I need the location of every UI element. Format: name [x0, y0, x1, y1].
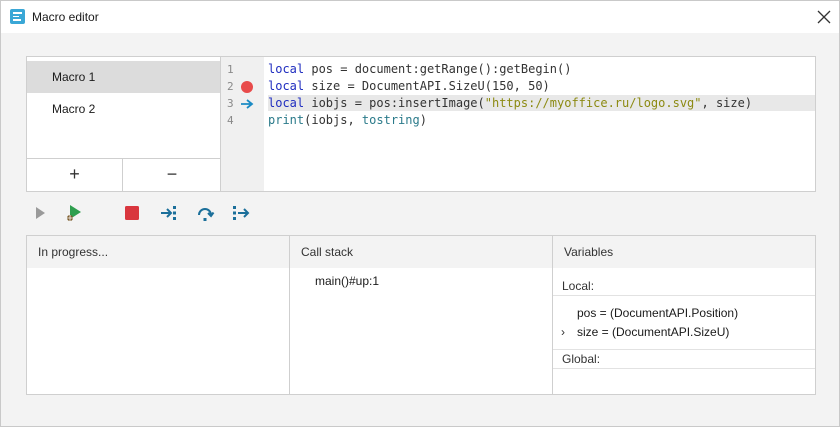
code-token: "https://myoffice.ru/logo.svg" — [484, 96, 702, 110]
remove-macro-button[interactable]: − — [124, 159, 220, 191]
code-token: tostring — [361, 113, 420, 127]
chevron-right-icon[interactable]: › — [561, 323, 565, 341]
macro-list-buttons: + − — [27, 158, 220, 191]
close-icon — [817, 10, 831, 24]
debug-button[interactable] — [64, 203, 84, 223]
code-token: local — [268, 62, 305, 76]
divider — [553, 295, 815, 296]
variable-row[interactable]: pos = (DocumentAPI.Position) — [553, 304, 815, 322]
macro-list-item[interactable]: Macro 2 — [27, 93, 220, 125]
code-token: ) — [419, 113, 427, 127]
code-line: local pos = document:getRange():getBegin… — [268, 61, 815, 77]
macro-editor-window: Macro editor Macro 1 Macro 2 + − 1 2 3 4 — [0, 0, 840, 427]
line-number: 3 — [227, 97, 234, 110]
progress-panel: In progress... — [27, 236, 290, 394]
code-token: , size) — [701, 96, 753, 110]
code-token: (iobjs, — [304, 113, 362, 127]
add-macro-button[interactable]: + — [27, 159, 123, 191]
code-token: iobjs = pos:insertImage( — [304, 96, 485, 110]
code-editor[interactable]: local pos = document:getRange():getBegin… — [268, 57, 815, 191]
call-stack-header: Call stack — [290, 236, 552, 268]
title-bar: Macro editor — [1, 1, 839, 33]
stop-icon — [125, 206, 139, 220]
step-out-icon — [233, 206, 250, 220]
macro-editor-icon — [10, 9, 25, 24]
stop-button[interactable] — [122, 203, 142, 223]
variables-header: Variables — [553, 236, 815, 268]
step-into-button[interactable] — [159, 203, 179, 223]
current-line-arrow-icon — [241, 99, 254, 109]
variables-panel: Variables Local: pos = (DocumentAPI.Posi… — [553, 236, 815, 394]
editor-panel: Macro 1 Macro 2 + − 1 2 3 4 local pos = … — [26, 56, 816, 192]
code-line-current: local iobjs = pos:insertImage("https://m… — [268, 95, 815, 111]
code-line: local size = DocumentAPI.SizeU(150, 50) — [268, 78, 815, 94]
step-over-button[interactable] — [195, 203, 215, 223]
code-line: print(iobjs, tostring) — [268, 112, 815, 128]
run-icon — [36, 207, 45, 219]
variable-value: size = (DocumentAPI.SizeU) — [577, 325, 730, 339]
close-button[interactable] — [813, 6, 835, 28]
variable-value: pos = (DocumentAPI.Position) — [577, 306, 739, 320]
local-section-label: Local: — [562, 279, 595, 293]
code-token: pos = document:getRange():getBegin() — [304, 62, 572, 76]
variable-row[interactable]: › size = (DocumentAPI.SizeU) — [553, 323, 815, 341]
global-section-label: Global: — [562, 352, 601, 366]
line-number: 2 — [227, 80, 234, 93]
macro-list: Macro 1 Macro 2 + − — [27, 57, 221, 191]
code-token: local — [268, 79, 305, 93]
step-into-icon — [161, 206, 176, 220]
step-over-icon — [198, 208, 215, 221]
progress-header: In progress... — [27, 236, 289, 268]
call-stack-panel: Call stack main()#up:1 — [290, 236, 553, 394]
call-stack-item[interactable]: main()#up:1 — [315, 274, 379, 288]
divider — [553, 368, 815, 369]
code-gutter[interactable]: 1 2 3 4 — [221, 57, 264, 191]
step-out-button[interactable] — [231, 203, 251, 223]
code-token: local — [268, 96, 305, 110]
line-number: 4 — [227, 114, 234, 127]
debug-toolbar — [26, 200, 326, 226]
line-number: 1 — [227, 63, 234, 76]
window-title: Macro editor — [32, 10, 99, 24]
breakpoint-icon[interactable] — [241, 81, 253, 93]
debug-icon — [67, 205, 81, 221]
code-token: size = DocumentAPI.SizeU(150, 50) — [304, 79, 550, 93]
run-button[interactable] — [31, 203, 51, 223]
debug-panels: In progress... Call stack main()#up:1 Va… — [26, 235, 816, 395]
macro-list-item[interactable]: Macro 1 — [27, 61, 220, 93]
code-token: print — [268, 113, 305, 127]
